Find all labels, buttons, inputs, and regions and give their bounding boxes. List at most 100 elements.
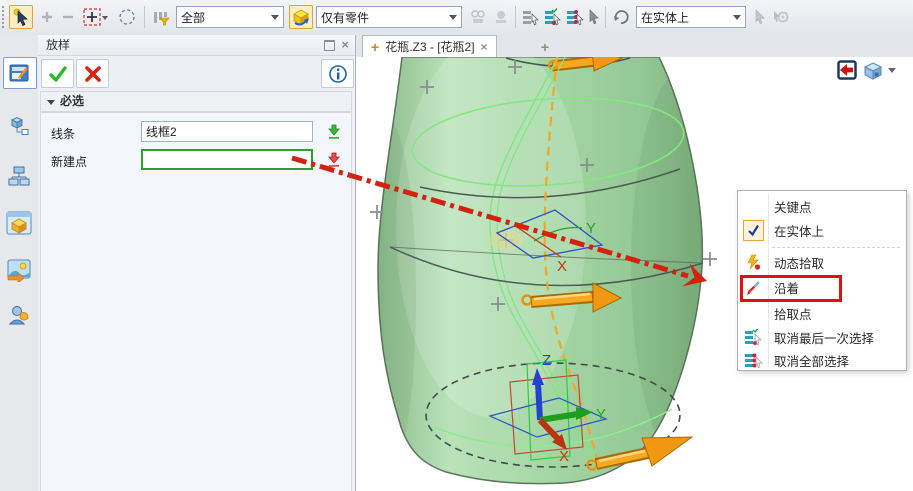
menu-item-label: 拾取点 [768,304,812,323]
pick-list-check-icon [744,329,763,346]
smart-pick-button[interactable] [9,5,33,29]
filter-list-button[interactable] [150,5,172,29]
document-tab-bar: + 花瓶.Z3 - [花瓶2] × + [356,35,913,57]
triad-y-label: Y [596,406,606,423]
smart-pick-cursor-icon [12,8,30,26]
pick-list-icon [521,8,539,26]
menu-item-label: 取消最后一次选择 [768,328,874,347]
user-icon [7,303,31,327]
x-icon [84,65,102,83]
menu-item-clear-all-picks[interactable]: 取消全部选择 [738,349,906,372]
hierarchy-icon [7,164,31,188]
plus-icon [40,10,54,24]
menu-item-pick-point[interactable]: 拾取点 [738,302,906,325]
lasso-select-button[interactable] [116,5,138,29]
sidebar-item-render[interactable] [3,255,35,285]
pick-list-dots-icon [744,352,763,369]
menu-item-dynamic-pick[interactable]: 动态拾取 [738,251,906,274]
cursor-button[interactable] [586,5,602,29]
panel-restore-button[interactable] [324,40,335,51]
reference2-button-disabled[interactable] [491,5,511,29]
exit-icon [837,60,857,80]
info-icon [329,65,347,83]
cursor-icon [753,9,767,25]
pick-list-button-3[interactable] [564,5,584,29]
add-filter-button[interactable] [38,5,56,29]
tab-plus-icon: + [371,39,379,55]
toolbar-grip[interactable] [2,6,7,28]
checkmark-icon [743,220,764,241]
pick-scope-dropdown[interactable]: 仅有零件 [316,6,462,28]
view-orientation-caret[interactable] [887,66,897,74]
minus-icon [61,10,75,24]
profiles-input[interactable] [141,121,313,142]
sidebar-item-user[interactable] [3,300,35,330]
panel-title-bar: 放样 × [38,35,355,56]
check-icon [48,65,68,83]
cube-window-icon [6,210,32,236]
pick-list-button-2[interactable] [542,5,562,29]
menu-item-key-point[interactable]: 关键点 [738,195,906,218]
left-sidebar [0,35,39,491]
new-tab-button[interactable]: + [532,37,558,56]
top-toolbar: 全部 仅有零件 [0,0,913,36]
toolbar-separator [144,6,145,28]
menu-item-on-entity[interactable]: 在实体上 [738,218,906,243]
multi-select-button[interactable] [81,5,111,29]
panel-field-area: 线条 新建点 [40,112,352,491]
selection-filter-dropdown[interactable]: 全部 [176,6,284,28]
menu-item-label: 动态拾取 [768,253,824,272]
sidebar-item-history[interactable] [3,161,35,191]
profiles-pick-button[interactable] [323,121,345,143]
new-point-pick-button[interactable] [323,149,345,171]
remove-filter-button[interactable] [59,5,77,29]
chevron-down-icon [888,68,896,73]
reference-button-disabled[interactable] [468,5,488,29]
profiles-field-label: 线条 [51,125,75,142]
info-button[interactable] [321,59,354,88]
view-orientation-button[interactable] [861,59,885,81]
ref-point-icon [493,9,509,25]
cancel-button[interactable] [76,59,109,88]
menu-item-undo-last-pick[interactable]: 取消最后一次选择 [738,326,906,349]
solid-cube-icon [291,7,311,27]
exit-sketch-button[interactable] [836,59,858,81]
triad-x-label: X [559,448,569,465]
toolbar-separator [605,6,606,28]
dashed-circle-icon [118,8,136,26]
rotate-icon [612,8,630,26]
active-document-tab[interactable]: + 花瓶.Z3 - [花瓶2] × [362,35,497,57]
tab-close-button[interactable]: × [481,40,488,54]
panel-title: 放样 [46,38,70,52]
pick-list-dots-icon [565,8,583,26]
pick-target-dropdown[interactable]: 在实体上 [636,6,746,28]
required-section-header[interactable]: 必选 [40,91,352,112]
checkmark-icon-slot [738,220,768,241]
pick-settings-button-disabled[interactable] [771,5,791,29]
sidebar-item-solid-view[interactable] [3,208,35,238]
pick-scope-value: 仅有零件 [321,9,369,26]
ok-button[interactable] [41,59,74,88]
chevron-down-icon [271,15,279,20]
toolbar-separator [515,6,516,28]
view-cube-icon [862,59,884,81]
panel-close-button[interactable]: × [341,39,349,51]
cube-tree-icon [7,114,31,138]
menu-item-label: 关键点 [768,197,812,216]
pick-scope-toggle-button[interactable] [289,5,313,29]
context-menu-separator [772,247,900,248]
pick-list-check-icon [543,8,561,26]
chevron-down-icon [733,15,741,20]
reorient-button[interactable] [610,5,632,29]
selection-filter-value: 全部 [181,9,205,26]
app-window: 全部 仅有零件 [0,0,913,491]
render-image-icon [6,258,32,282]
new-point-field-label: 新建点 [51,153,87,170]
cursor-button-disabled[interactable] [752,5,768,29]
pick-list-button-1[interactable] [520,5,540,29]
menu-item-label: 取消全部选择 [768,351,849,370]
loft-command-panel: 放样 × 必选 [38,35,356,491]
sidebar-item-command-form[interactable] [3,57,37,89]
new-point-input[interactable] [141,149,313,170]
sidebar-item-manager[interactable] [3,111,35,141]
